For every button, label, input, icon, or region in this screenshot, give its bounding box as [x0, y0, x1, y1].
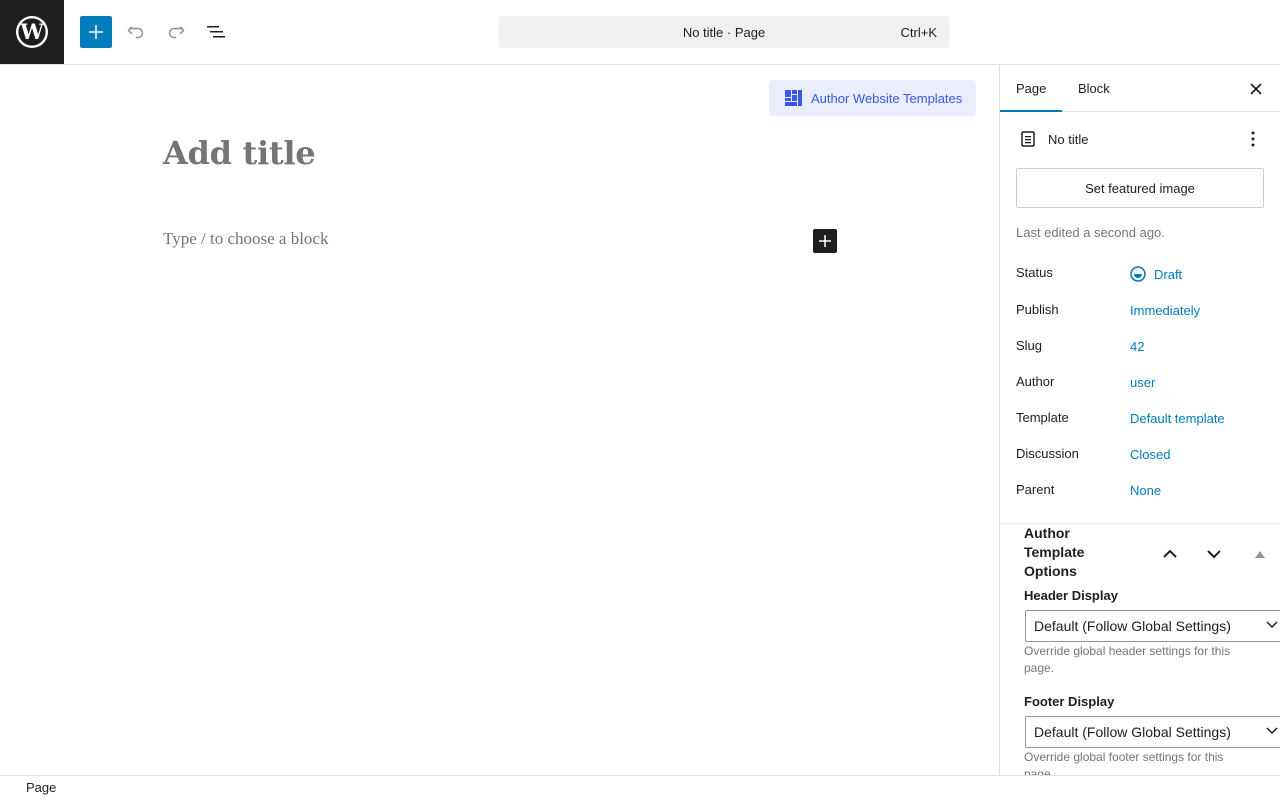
- template-grid-icon: [785, 90, 802, 106]
- template-label: Template: [1016, 410, 1069, 425]
- header-display-select[interactable]: Default (Follow Global Settings): [1025, 610, 1280, 642]
- settings-sidebar: Page Block No title Set featured image L…: [999, 65, 1280, 775]
- default-block-appender[interactable]: Type / to choose a block: [163, 229, 328, 249]
- post-title-input[interactable]: Add title: [163, 134, 316, 172]
- template-value-button[interactable]: Default template: [1130, 411, 1225, 426]
- footer-display-help: Override global footer settings for this…: [1024, 750, 1224, 775]
- plus-icon: [819, 235, 831, 247]
- plus-icon: [89, 25, 103, 39]
- command-shortcut: Ctrl+K: [900, 25, 937, 40]
- command-palette-bar[interactable]: No title · Page Ctrl+K: [499, 16, 949, 48]
- block-inserter-toggle-button[interactable]: [80, 16, 112, 48]
- redo-button[interactable]: [160, 16, 192, 48]
- move-panel-up-button[interactable]: [1158, 542, 1182, 566]
- undo-button[interactable]: [120, 16, 152, 48]
- template-button-label: Author Website Templates: [811, 90, 963, 106]
- panel-collapse-toggle[interactable]: [1252, 546, 1268, 562]
- chevron-down-icon: [1266, 727, 1278, 735]
- parent-value-button[interactable]: None: [1130, 483, 1161, 498]
- author-value-button[interactable]: user: [1130, 375, 1155, 390]
- editor-header: W No title · Page Ctrl+K: [0, 0, 1280, 65]
- footer-display-value: Default (Follow Global Settings): [1034, 724, 1231, 740]
- set-featured-image-button[interactable]: Set featured image: [1016, 168, 1264, 208]
- header-display-label: Header Display: [1024, 588, 1118, 603]
- panel-title[interactable]: Author Template Options: [1024, 524, 1114, 581]
- tab-page[interactable]: Page: [1000, 65, 1063, 112]
- close-settings-button[interactable]: [1244, 77, 1268, 101]
- sidebar-tabs: Page Block: [1000, 65, 1280, 112]
- parent-label: Parent: [1016, 482, 1055, 497]
- status-label: Status: [1016, 265, 1053, 280]
- chevron-up-icon: [1163, 549, 1177, 558]
- more-vertical-icon: [1251, 131, 1255, 147]
- svg-text:W: W: [19, 19, 44, 44]
- last-edited-text: Last edited a second ago.: [1016, 225, 1165, 240]
- meta-row-parent: Parent None: [1016, 482, 1266, 506]
- draft-status-icon: [1130, 266, 1146, 282]
- meta-row-author: Author user: [1016, 374, 1266, 398]
- header-display-help: Override global header settings for this…: [1024, 644, 1231, 675]
- discussion-label: Discussion: [1016, 446, 1079, 461]
- tab-block[interactable]: Block: [1062, 65, 1126, 112]
- discussion-value-button[interactable]: Closed: [1130, 447, 1170, 462]
- status-value-button[interactable]: Draft: [1130, 266, 1182, 282]
- inline-block-inserter-button[interactable]: [813, 229, 837, 253]
- meta-row-discussion: Discussion Closed: [1016, 446, 1266, 470]
- document-title: No title: [1048, 131, 1089, 147]
- move-panel-down-button[interactable]: [1202, 542, 1226, 566]
- chevron-down-icon: [1207, 550, 1221, 559]
- document-overview-button[interactable]: [200, 16, 232, 48]
- author-website-templates-button[interactable]: Author Website Templates: [769, 80, 976, 116]
- document-actions-button[interactable]: [1241, 127, 1265, 151]
- slug-value-button[interactable]: 42: [1130, 339, 1144, 354]
- meta-row-status: Status Draft: [1016, 265, 1266, 289]
- author-label: Author: [1016, 374, 1055, 389]
- publish-label: Publish: [1016, 302, 1059, 317]
- redo-icon: [168, 26, 185, 39]
- wordpress-logo-icon[interactable]: W: [0, 0, 64, 64]
- chevron-down-icon: [1266, 621, 1278, 629]
- editor-canvas: Author Website Templates Add title Type …: [0, 65, 999, 775]
- caret-up-icon: [1255, 550, 1265, 558]
- document-title-label: No title · Page: [682, 24, 766, 40]
- header-display-value: Default (Follow Global Settings): [1034, 618, 1231, 634]
- footer-display-label: Footer Display: [1024, 694, 1115, 709]
- list-view-icon: [207, 26, 225, 38]
- editor-footer: Page: [0, 775, 1280, 800]
- status-value: Draft: [1154, 266, 1183, 282]
- meta-row-template: Template Default template: [1016, 410, 1266, 434]
- page-icon: [1021, 131, 1035, 147]
- author-template-options-panel: Author Template Options Header Display D…: [1000, 523, 1280, 775]
- footer-display-select[interactable]: Default (Follow Global Settings): [1025, 716, 1280, 748]
- undo-icon: [127, 26, 144, 39]
- meta-row-publish: Publish Immediately: [1016, 302, 1266, 326]
- breadcrumb[interactable]: Page: [26, 780, 56, 795]
- close-icon: [1250, 83, 1262, 95]
- meta-row-slug: Slug 42: [1016, 338, 1266, 362]
- slug-label: Slug: [1016, 338, 1043, 353]
- publish-value-button[interactable]: Immediately: [1130, 303, 1200, 318]
- document-card: No title: [1016, 127, 1265, 151]
